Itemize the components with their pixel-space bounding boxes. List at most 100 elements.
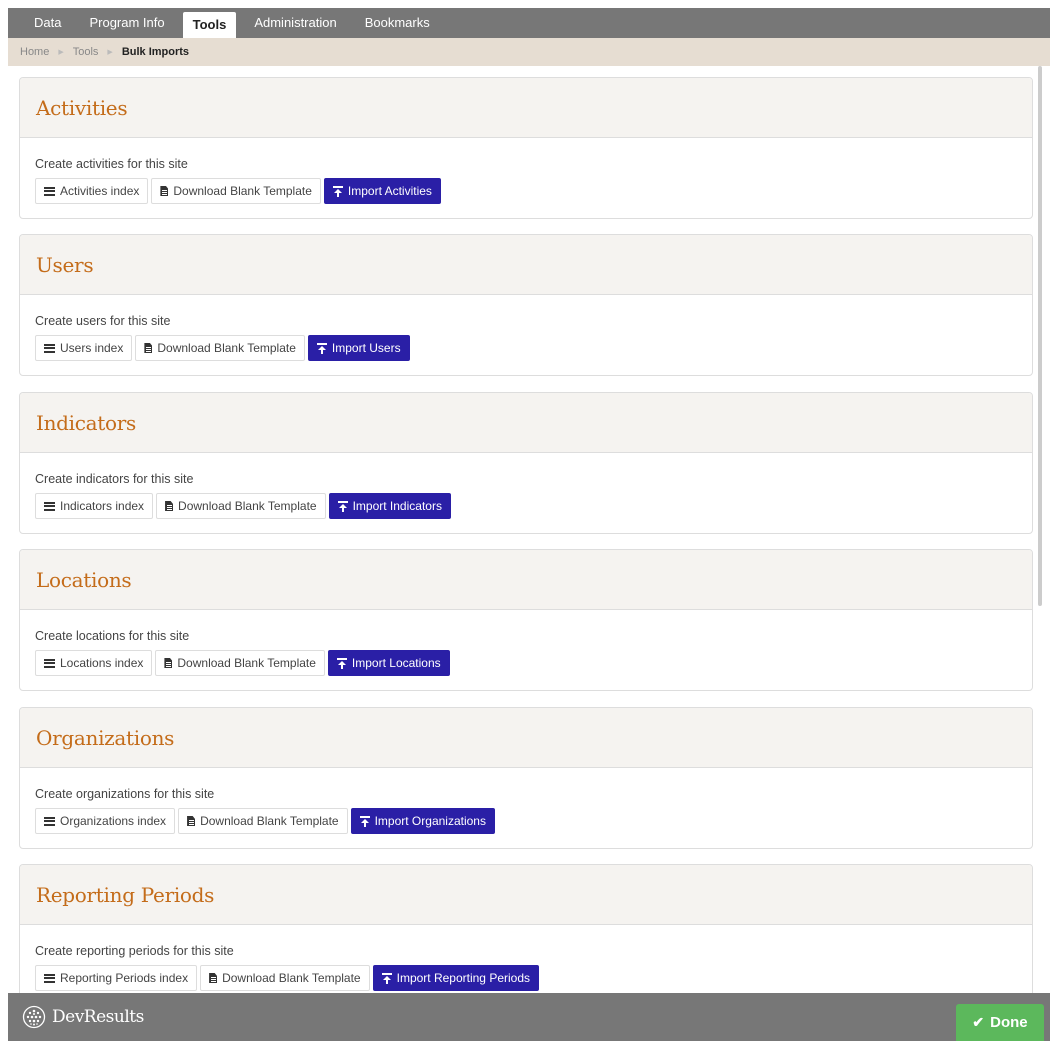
checkmark-icon: ✔: [972, 1014, 985, 1030]
panel-header: Organizations: [20, 708, 1032, 768]
download-template-button[interactable]: Download Blank Template: [156, 493, 326, 519]
breadcrumb-bulk-imports: Bulk Imports: [121, 46, 190, 58]
document-icon: [144, 343, 153, 353]
panel-body: Create users for this site Users index D…: [20, 295, 1032, 361]
button-label: Download Blank Template: [200, 814, 339, 828]
button-label: Import Reporting Periods: [396, 971, 531, 985]
button-label: Locations index: [60, 656, 144, 670]
button-label: Import Activities: [347, 184, 432, 198]
panel-title: Indicators: [36, 410, 137, 435]
list-icon: [44, 186, 55, 196]
brand-logo: DevResults: [22, 1005, 144, 1029]
panel-indicators: Indicators Create indicators for this si…: [19, 392, 1033, 534]
list-icon: [44, 501, 55, 511]
download-template-button[interactable]: Download Blank Template: [135, 335, 305, 361]
globe-logo-icon: [22, 1005, 46, 1029]
download-template-button[interactable]: Download Blank Template: [200, 965, 370, 991]
panel-users: Users Create users for this site Users i…: [19, 234, 1033, 376]
button-row: Activities index Download Blank Template…: [35, 178, 1032, 204]
panel-description: Create indicators for this site: [35, 472, 194, 486]
done-button[interactable]: ✔ Done: [956, 1004, 1044, 1041]
button-label: Download Blank Template: [178, 499, 317, 513]
button-row: Locations index Download Blank Template …: [35, 650, 1032, 676]
list-icon: [44, 658, 55, 668]
import-activities-button[interactable]: Import Activities: [323, 178, 441, 204]
panel-body: Create indicators for this site Indicato…: [20, 453, 1032, 519]
users-index-button[interactable]: Users index: [35, 335, 133, 361]
panel-header: Activities: [20, 78, 1032, 138]
button-label: Import Organizations: [374, 814, 486, 828]
breadcrumb-home[interactable]: Home: [20, 46, 49, 58]
tab-program-info[interactable]: Program Info: [79, 12, 174, 34]
panel-title: Organizations: [36, 725, 175, 750]
upload-icon: [381, 972, 392, 984]
panel-description: Create organizations for this site: [35, 787, 215, 801]
import-reporting-periods-button[interactable]: Import Reporting Periods: [372, 965, 540, 991]
breadcrumb-separator-icon: ▶: [58, 49, 64, 56]
download-template-button[interactable]: Download Blank Template: [151, 178, 321, 204]
breadcrumb-tools[interactable]: Tools: [73, 46, 99, 58]
import-users-button[interactable]: Import Users: [307, 335, 410, 361]
panel-description: Create activities for this site: [35, 157, 188, 171]
panel-header: Locations: [20, 550, 1032, 610]
download-template-button[interactable]: Download Blank Template: [155, 650, 325, 676]
button-row: Indicators index Download Blank Template…: [35, 493, 1032, 519]
panel-organizations: Organizations Create organizations for t…: [19, 707, 1033, 849]
panel-body: Create activities for this site Activiti…: [20, 138, 1032, 204]
panel-title: Users: [36, 252, 94, 277]
upload-icon: [336, 657, 347, 669]
locations-index-button[interactable]: Locations index: [35, 650, 153, 676]
list-icon: [44, 343, 55, 353]
upload-icon: [359, 815, 370, 827]
button-label: Download Blank Template: [157, 341, 296, 355]
panel-title: Activities: [36, 95, 128, 120]
import-locations-button[interactable]: Import Locations: [327, 650, 450, 676]
document-icon: [160, 186, 169, 196]
tab-tools[interactable]: Tools: [182, 12, 237, 38]
button-label: Reporting Periods index: [60, 971, 189, 985]
panel-locations: Locations Create locations for this site…: [19, 549, 1033, 691]
panel-body: Create organizations for this site Organ…: [20, 768, 1032, 834]
list-icon: [44, 973, 55, 983]
tab-data[interactable]: Data: [24, 12, 71, 34]
button-label: Indicators index: [60, 499, 145, 513]
import-organizations-button[interactable]: Import Organizations: [350, 808, 495, 834]
button-label: Import Users: [331, 341, 401, 355]
top-nav: Data Program Info Tools Administration B…: [8, 8, 1050, 38]
button-label: Organizations index: [60, 814, 167, 828]
button-row: Reporting Periods index Download Blank T…: [35, 965, 1032, 991]
button-row: Organizations index Download Blank Templ…: [35, 808, 1032, 834]
button-label: Download Blank Template: [177, 656, 316, 670]
organizations-index-button[interactable]: Organizations index: [35, 808, 176, 834]
document-icon: [164, 658, 173, 668]
upload-icon: [316, 342, 327, 354]
panel-header: Reporting Periods: [20, 865, 1032, 925]
activities-index-button[interactable]: Activities index: [35, 178, 149, 204]
breadcrumb-separator-icon: ▶: [107, 49, 113, 56]
panel-reporting-periods: Reporting Periods Create reporting perio…: [19, 864, 1033, 993]
tab-bookmarks[interactable]: Bookmarks: [355, 12, 440, 34]
download-template-button[interactable]: Download Blank Template: [178, 808, 348, 834]
footer-bar: DevResults ✔ Done: [8, 993, 1050, 1041]
document-icon: [187, 816, 196, 826]
button-label: Import Indicators: [352, 499, 442, 513]
import-indicators-button[interactable]: Import Indicators: [328, 493, 451, 519]
button-row: Users index Download Blank Template Impo…: [35, 335, 1032, 361]
indicators-index-button[interactable]: Indicators index: [35, 493, 154, 519]
reporting-periods-index-button[interactable]: Reporting Periods index: [35, 965, 198, 991]
document-icon: [209, 973, 218, 983]
main-content: Activities Create activities for this si…: [8, 66, 1044, 993]
tab-administration[interactable]: Administration: [244, 12, 346, 34]
scrollbar[interactable]: [1038, 66, 1042, 606]
button-label: Users index: [60, 341, 124, 355]
upload-icon: [332, 185, 343, 197]
button-label: Download Blank Template: [173, 184, 312, 198]
list-icon: [44, 816, 55, 826]
upload-icon: [337, 500, 348, 512]
button-label: Activities index: [60, 184, 140, 198]
breadcrumb: Home ▶ Tools ▶ Bulk Imports: [8, 38, 1050, 66]
panel-header: Indicators: [20, 393, 1032, 453]
panel-title: Reporting Periods: [36, 882, 215, 907]
document-icon: [165, 501, 174, 511]
panel-description: Create locations for this site: [35, 629, 190, 643]
